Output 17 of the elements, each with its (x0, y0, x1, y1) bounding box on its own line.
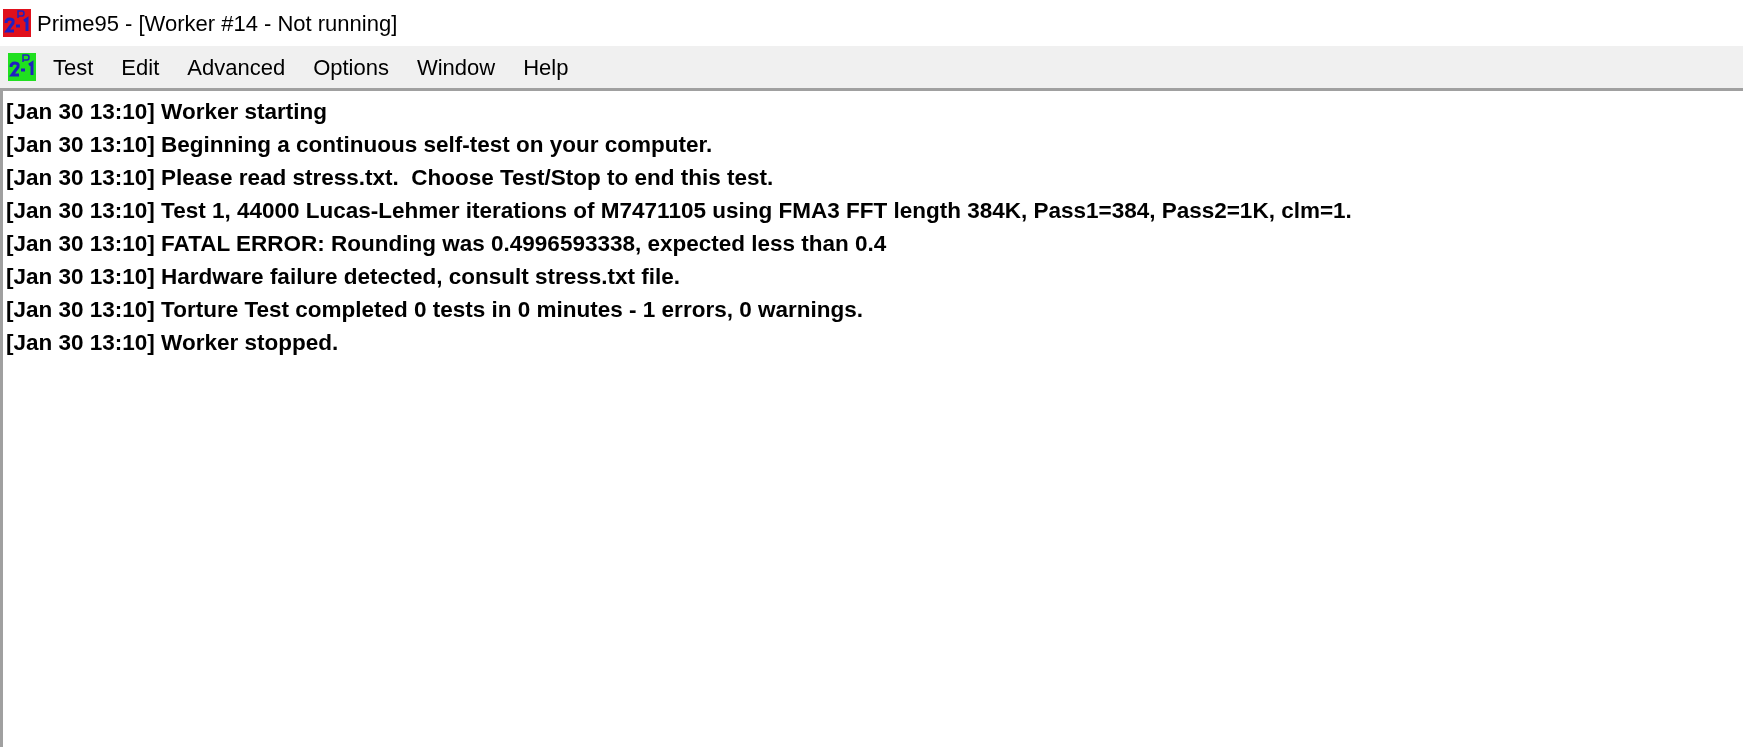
log-line: [Jan 30 13:10] Hardware failure detected, consult stress.txt file. (6, 263, 680, 291)
log-line: [Jan 30 13:10] FATAL ERROR: Rounding was 0.4996593338, expected less than 0.4 (6, 230, 887, 258)
menu-item[interactable]: Advanced (176, 46, 297, 88)
log-line: [Jan 30 13:10] Torture Test completed 0 tests in 0 minutes - 1 errors, 0 warnings. (6, 296, 863, 324)
menu-item[interactable]: Window (405, 46, 507, 88)
window-title: Prime95 - [Worker #14 - Not running] (37, 9, 398, 38)
menu-item[interactable]: Edit (110, 46, 171, 88)
log-line: [Jan 30 13:10] Please read stress.txt. Choose Test/Stop to end this test. (6, 164, 774, 192)
log-line: [Jan 30 13:10] Beginning a continuous self-test on your computer. (6, 131, 713, 159)
log-line: [Jan 30 13:10] Test 1, 44000 Lucas-Lehmer iterations of M7471105 using FMA3 FFT length 384K, Pass1=384, Pass2=1K, clm=1. (6, 197, 1352, 225)
menu-item[interactable]: Help (512, 46, 580, 88)
log-line: [Jan 30 13:10] Worker stopped. (6, 329, 339, 357)
menu-item[interactable]: Options (302, 46, 400, 88)
document-icon (8, 53, 36, 81)
app-icon (3, 9, 31, 37)
log-line: [Jan 30 13:10] Worker starting (6, 98, 327, 126)
menu-item[interactable]: Test (42, 46, 105, 88)
